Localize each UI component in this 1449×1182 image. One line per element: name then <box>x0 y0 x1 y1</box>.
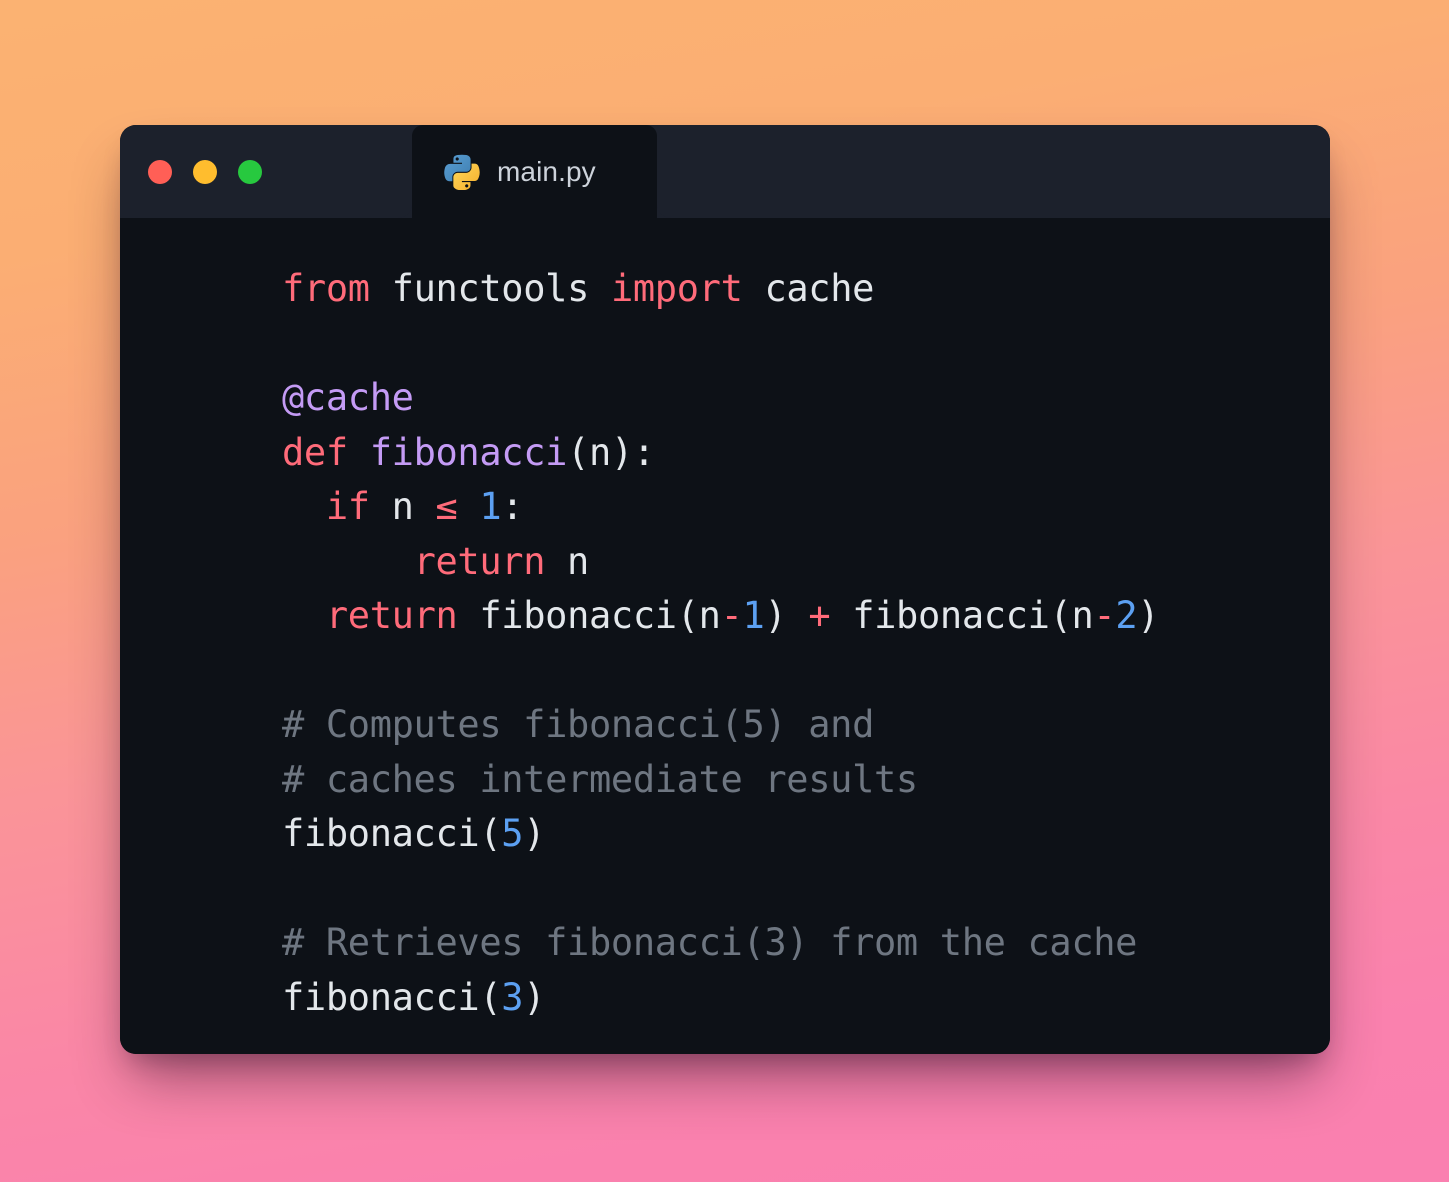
token-comment: # Retrieves fibonacci(3) from the cache <box>282 921 1138 964</box>
token-punct: ) <box>764 594 787 637</box>
token-plain: n <box>589 430 611 474</box>
code-line: # Computes fibonacci(5) and <box>282 698 1330 753</box>
code-line: return fibonacci(n-1) + fibonacci(n-2) <box>282 589 1330 644</box>
token-comment: # caches intermediate results <box>282 757 918 801</box>
token-number: 1 <box>479 485 502 528</box>
token-plain: fibonacci <box>479 594 677 637</box>
code-line: # caches intermediate results <box>282 753 1330 808</box>
token-punct: ) <box>1137 594 1160 637</box>
code-editor-area[interactable]: from functools import cache @cache def f… <box>120 218 1330 1054</box>
token-punct: ) <box>523 975 546 1019</box>
token-punct: : <box>501 485 524 528</box>
token-keyword: return <box>413 539 546 583</box>
token-plain: n <box>698 594 721 637</box>
token-operator: - <box>720 594 743 637</box>
code-line: fibonacci(3) <box>282 971 1330 1026</box>
token-plain: functools <box>391 267 590 310</box>
token-punct: ( <box>479 812 502 855</box>
token-number: 2 <box>1115 594 1138 637</box>
token-func: fibonacci <box>369 430 568 474</box>
token-punct: ( <box>676 594 699 637</box>
token-plain: fibonacci <box>282 975 480 1019</box>
code-line: def fibonacci(n): <box>282 426 1330 481</box>
code-block: from functools import cache @cache def f… <box>120 262 1330 1025</box>
token-plain: fibonacci <box>282 812 480 855</box>
code-line: fibonacci(5) <box>282 807 1330 862</box>
token-plain: cache <box>764 267 875 310</box>
token-punct: ( <box>479 975 502 1019</box>
window-titlebar: main.py <box>120 125 1330 218</box>
tab-label: main.py <box>497 155 596 187</box>
token-punct: ( <box>1049 594 1072 637</box>
token-plain: n <box>1071 594 1094 637</box>
token-keyword: from <box>282 267 370 310</box>
traffic-light-group <box>148 125 287 218</box>
code-window: main.py from functools import cache @cac… <box>120 125 1330 1054</box>
token-plain: n <box>545 539 589 583</box>
token-operator: + <box>808 594 831 637</box>
token-operator: ≤ <box>435 485 458 528</box>
token-keyword: if <box>325 485 370 528</box>
token-operator: - <box>1093 594 1116 637</box>
token-punct: ): <box>610 430 655 474</box>
token-keyword: return <box>325 594 458 637</box>
token-number: 5 <box>501 812 524 855</box>
minimize-button[interactable] <box>193 159 217 184</box>
token-number: 3 <box>501 975 524 1019</box>
token-plain: n <box>369 485 436 528</box>
code-line: return n <box>282 535 1330 590</box>
token-deco: @cache <box>282 376 414 419</box>
code-line: # Retrieves fibonacci(3) from the cache <box>282 916 1330 971</box>
token-plain: fibonacci <box>852 594 1050 637</box>
token-punct: ) <box>523 812 546 855</box>
code-line: if n ≤ 1: <box>282 480 1330 535</box>
token-number: 1 <box>742 594 765 637</box>
token-keyword: def <box>282 430 348 474</box>
tab-main-py[interactable]: main.py <box>398 125 671 218</box>
close-button[interactable] <box>148 159 172 184</box>
token-keyword: import <box>610 267 743 310</box>
code-lines: from functools import cache @cache def f… <box>282 262 1330 1025</box>
code-line: from functools import cache <box>282 262 1330 317</box>
zoom-button[interactable] <box>238 159 262 184</box>
code-line: @cache <box>282 371 1330 426</box>
python-icon <box>444 154 480 190</box>
token-comment: # Computes fibonacci(5) and <box>282 703 874 746</box>
token-punct: ( <box>567 430 589 474</box>
